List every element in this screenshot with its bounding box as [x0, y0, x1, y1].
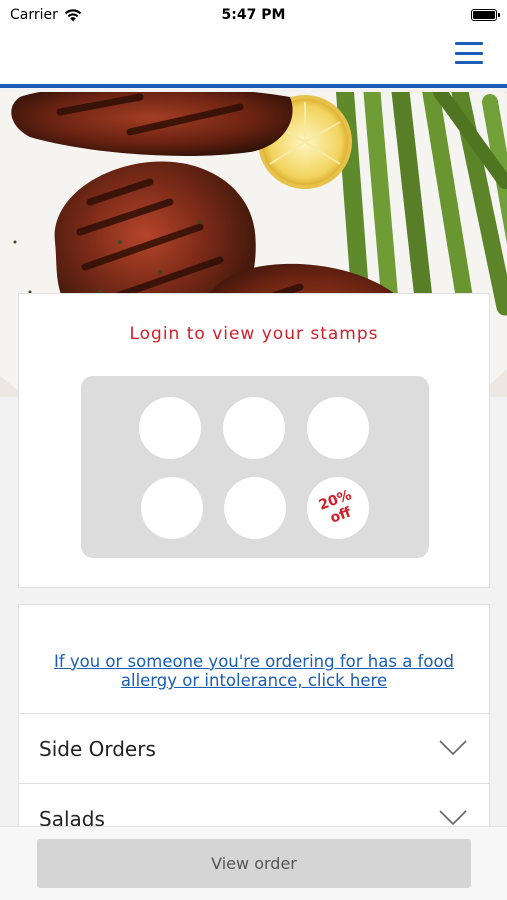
- reward-text: 20% off: [316, 487, 354, 527]
- menu-line: [455, 61, 483, 64]
- menu-line: [455, 42, 483, 45]
- stamp-slot: [223, 397, 285, 459]
- allergy-info-link[interactable]: If you or someone you're ordering for ha…: [39, 652, 469, 690]
- chevron-down-icon: [439, 810, 467, 826]
- menu-line: [455, 51, 483, 55]
- battery-icon: [471, 9, 500, 21]
- stamp-card-title: Login to view your stamps: [129, 324, 379, 344]
- category-side-orders[interactable]: Side Orders: [19, 713, 489, 783]
- reward-stamp-slot: 20% off: [307, 477, 369, 539]
- stamp-panel: 20% off: [81, 376, 429, 558]
- category-label: Side Orders: [39, 736, 156, 761]
- stamp-slot: [307, 397, 369, 459]
- hamburger-menu-button[interactable]: [455, 40, 483, 66]
- app-header: [0, 30, 507, 88]
- wifi-icon: [64, 8, 82, 21]
- stamp-slot: [224, 477, 286, 539]
- stamp-slot: [139, 397, 201, 459]
- stamp-slot: [141, 477, 203, 539]
- stamp-card[interactable]: Login to view your stamps 20% off: [18, 293, 490, 588]
- status-bar: Carrier 5:47 PM: [0, 0, 507, 30]
- menu-card: If you or someone you're ordering for ha…: [18, 604, 490, 844]
- view-order-button[interactable]: View order: [37, 839, 471, 888]
- carrier-label: Carrier: [10, 7, 58, 23]
- status-left: Carrier: [10, 7, 82, 23]
- chevron-down-icon: [439, 740, 467, 756]
- bottom-bar: View order: [0, 826, 507, 900]
